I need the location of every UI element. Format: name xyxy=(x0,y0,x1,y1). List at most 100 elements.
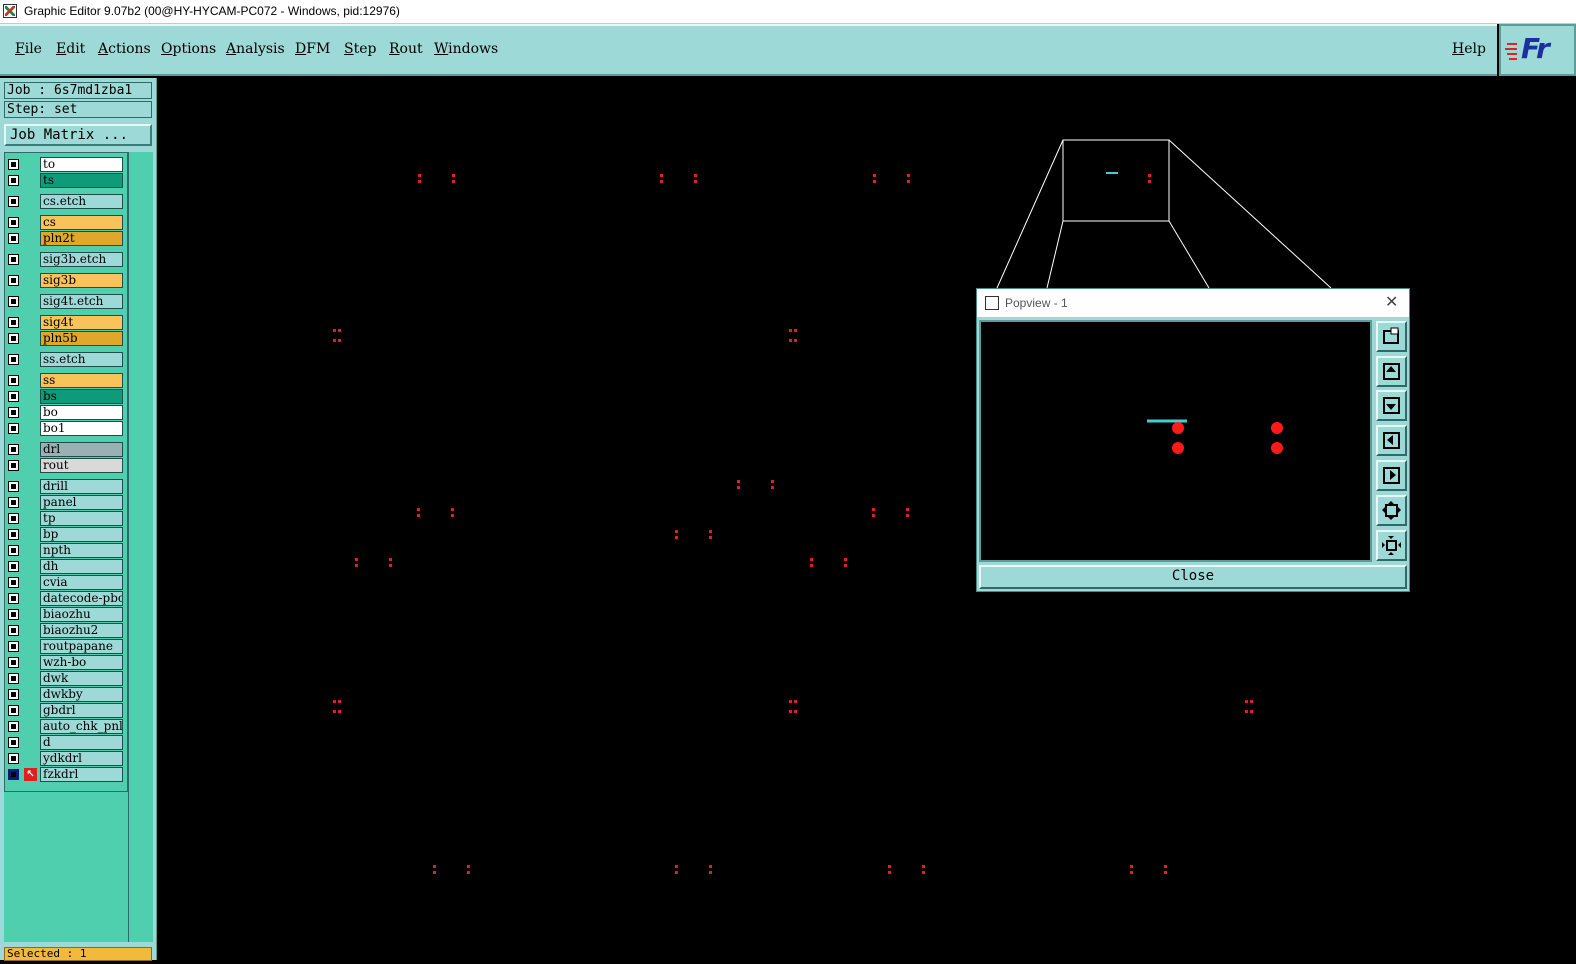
layer-row[interactable]: ss.etch xyxy=(6,352,126,367)
layer-checkbox[interactable] xyxy=(8,317,19,328)
layer-checkbox[interactable] xyxy=(8,233,19,244)
layer-row[interactable]: wzh-bo xyxy=(6,655,126,670)
layer-checkbox[interactable] xyxy=(8,423,19,434)
layer-row[interactable]: sig3b.etch xyxy=(6,252,126,267)
layer-name[interactable]: bo xyxy=(40,405,123,420)
close-button[interactable]: Close xyxy=(979,565,1407,589)
layer-checkbox[interactable] xyxy=(8,657,19,668)
layer-name[interactable]: bp xyxy=(40,527,123,542)
layer-name[interactable]: pln5b xyxy=(40,331,123,346)
menu-help[interactable]: Help xyxy=(1452,41,1486,57)
layer-row[interactable]: sig4t.etch xyxy=(6,294,126,309)
layer-name[interactable]: dwk xyxy=(40,671,123,686)
layer-row[interactable]: rout xyxy=(6,458,126,473)
pan-up-button[interactable] xyxy=(1376,356,1407,387)
layer-name[interactable]: gbdrl xyxy=(40,703,123,718)
layer-row[interactable]: routpapane xyxy=(6,639,126,654)
layer-name[interactable]: cs xyxy=(40,215,123,230)
layer-row[interactable]: ts xyxy=(6,173,126,188)
menu-file[interactable]: File xyxy=(15,41,42,57)
layer-name[interactable]: ss.etch xyxy=(40,352,123,367)
layer-checkbox[interactable] xyxy=(8,513,19,524)
layer-row[interactable]: to xyxy=(6,157,126,172)
layer-checkbox[interactable] xyxy=(8,769,19,780)
layer-name[interactable]: bo1 xyxy=(40,421,123,436)
layer-checkbox[interactable] xyxy=(8,641,19,652)
layer-row[interactable]: bo xyxy=(6,405,126,420)
layer-name[interactable]: wzh-bo xyxy=(40,655,123,670)
layer-checkbox[interactable] xyxy=(8,737,19,748)
layer-row[interactable]: npth xyxy=(6,543,126,558)
zoom-out-button[interactable] xyxy=(1376,530,1407,561)
layer-row[interactable]: panel xyxy=(6,495,126,510)
layer-row[interactable]: cvia xyxy=(6,575,126,590)
menu-windows[interactable]: Windows xyxy=(434,41,498,57)
layer-row[interactable]: datecode-pbo xyxy=(6,591,126,606)
layer-row[interactable]: sig4t xyxy=(6,315,126,330)
layer-checkbox[interactable] xyxy=(8,593,19,604)
layer-checkbox[interactable] xyxy=(8,254,19,265)
layer-checkbox[interactable] xyxy=(8,673,19,684)
layer-name[interactable]: sig4t xyxy=(40,315,123,330)
layer-row[interactable]: dwkby xyxy=(6,687,126,702)
pan-down-button[interactable] xyxy=(1376,390,1407,421)
layer-checkbox[interactable] xyxy=(8,753,19,764)
layer-name[interactable]: sig3b xyxy=(40,273,123,288)
layer-name[interactable]: datecode-pbo xyxy=(40,591,123,606)
layer-row[interactable]: dh xyxy=(6,559,126,574)
menu-rout[interactable]: Rout xyxy=(389,41,423,57)
layer-checkbox[interactable] xyxy=(8,705,19,716)
layer-name[interactable]: biaozhu xyxy=(40,607,123,622)
layer-row[interactable]: d xyxy=(6,735,126,750)
layer-checkbox[interactable] xyxy=(8,296,19,307)
layer-name[interactable]: drill xyxy=(40,479,123,494)
layer-checkbox[interactable] xyxy=(8,196,19,207)
layer-checkbox[interactable] xyxy=(8,333,19,344)
layer-name[interactable]: drl xyxy=(40,442,123,457)
menu-step[interactable]: Step xyxy=(344,41,376,57)
layer-name[interactable]: sig4t.etch xyxy=(40,294,123,309)
layer-name[interactable]: rout xyxy=(40,458,123,473)
layer-row[interactable]: gbdrl xyxy=(6,703,126,718)
job-matrix-button[interactable]: Job Matrix ... xyxy=(4,124,152,146)
layer-checkbox[interactable] xyxy=(8,497,19,508)
layer-checkbox[interactable] xyxy=(8,625,19,636)
pan-left-button[interactable] xyxy=(1376,425,1407,456)
layer-row[interactable]: tp xyxy=(6,511,126,526)
layer-name[interactable]: to xyxy=(40,157,123,172)
layer-row[interactable]: ydkdrl xyxy=(6,751,126,766)
layer-name[interactable]: ydkdrl xyxy=(40,751,123,766)
layer-name[interactable]: bs xyxy=(40,389,123,404)
layer-row[interactable]: ↖ fzkdrl xyxy=(6,767,126,782)
menu-actions[interactable]: Actions xyxy=(98,41,151,57)
layer-name[interactable]: npth xyxy=(40,543,123,558)
layer-name[interactable]: dh xyxy=(40,559,123,574)
layer-name[interactable]: pln2t xyxy=(40,231,123,246)
layer-name[interactable]: cs.etch xyxy=(40,194,123,209)
layer-checkbox[interactable] xyxy=(8,545,19,556)
layer-checkbox[interactable] xyxy=(8,175,19,186)
layer-name[interactable]: biaozhu2 xyxy=(40,623,123,638)
layer-row[interactable]: auto_chk_pnl xyxy=(6,719,126,734)
layer-checkbox[interactable] xyxy=(8,609,19,620)
layer-row[interactable]: bs xyxy=(6,389,126,404)
close-icon[interactable]: ✕ xyxy=(1385,292,1398,311)
layer-row[interactable]: pln2t xyxy=(6,231,126,246)
layer-checkbox[interactable] xyxy=(8,481,19,492)
layer-name[interactable]: panel xyxy=(40,495,123,510)
layer-name[interactable]: cvia xyxy=(40,575,123,590)
layer-row[interactable]: drill xyxy=(6,479,126,494)
layer-name[interactable]: ss xyxy=(40,373,123,388)
layer-checkbox[interactable] xyxy=(8,689,19,700)
menu-dfm[interactable]: DFM xyxy=(295,41,330,57)
layer-checkbox[interactable] xyxy=(8,444,19,455)
layer-row[interactable]: pln5b xyxy=(6,331,126,346)
menu-edit[interactable]: Edit xyxy=(56,41,85,57)
layer-row[interactable]: ss xyxy=(6,373,126,388)
layer-row[interactable]: dwk xyxy=(6,671,126,686)
layer-name[interactable]: routpapane xyxy=(40,639,123,654)
layer-checkbox[interactable] xyxy=(8,529,19,540)
layer-name[interactable]: sig3b.etch xyxy=(40,252,123,267)
menu-options[interactable]: Options xyxy=(161,41,216,57)
layer-checkbox[interactable] xyxy=(8,217,19,228)
